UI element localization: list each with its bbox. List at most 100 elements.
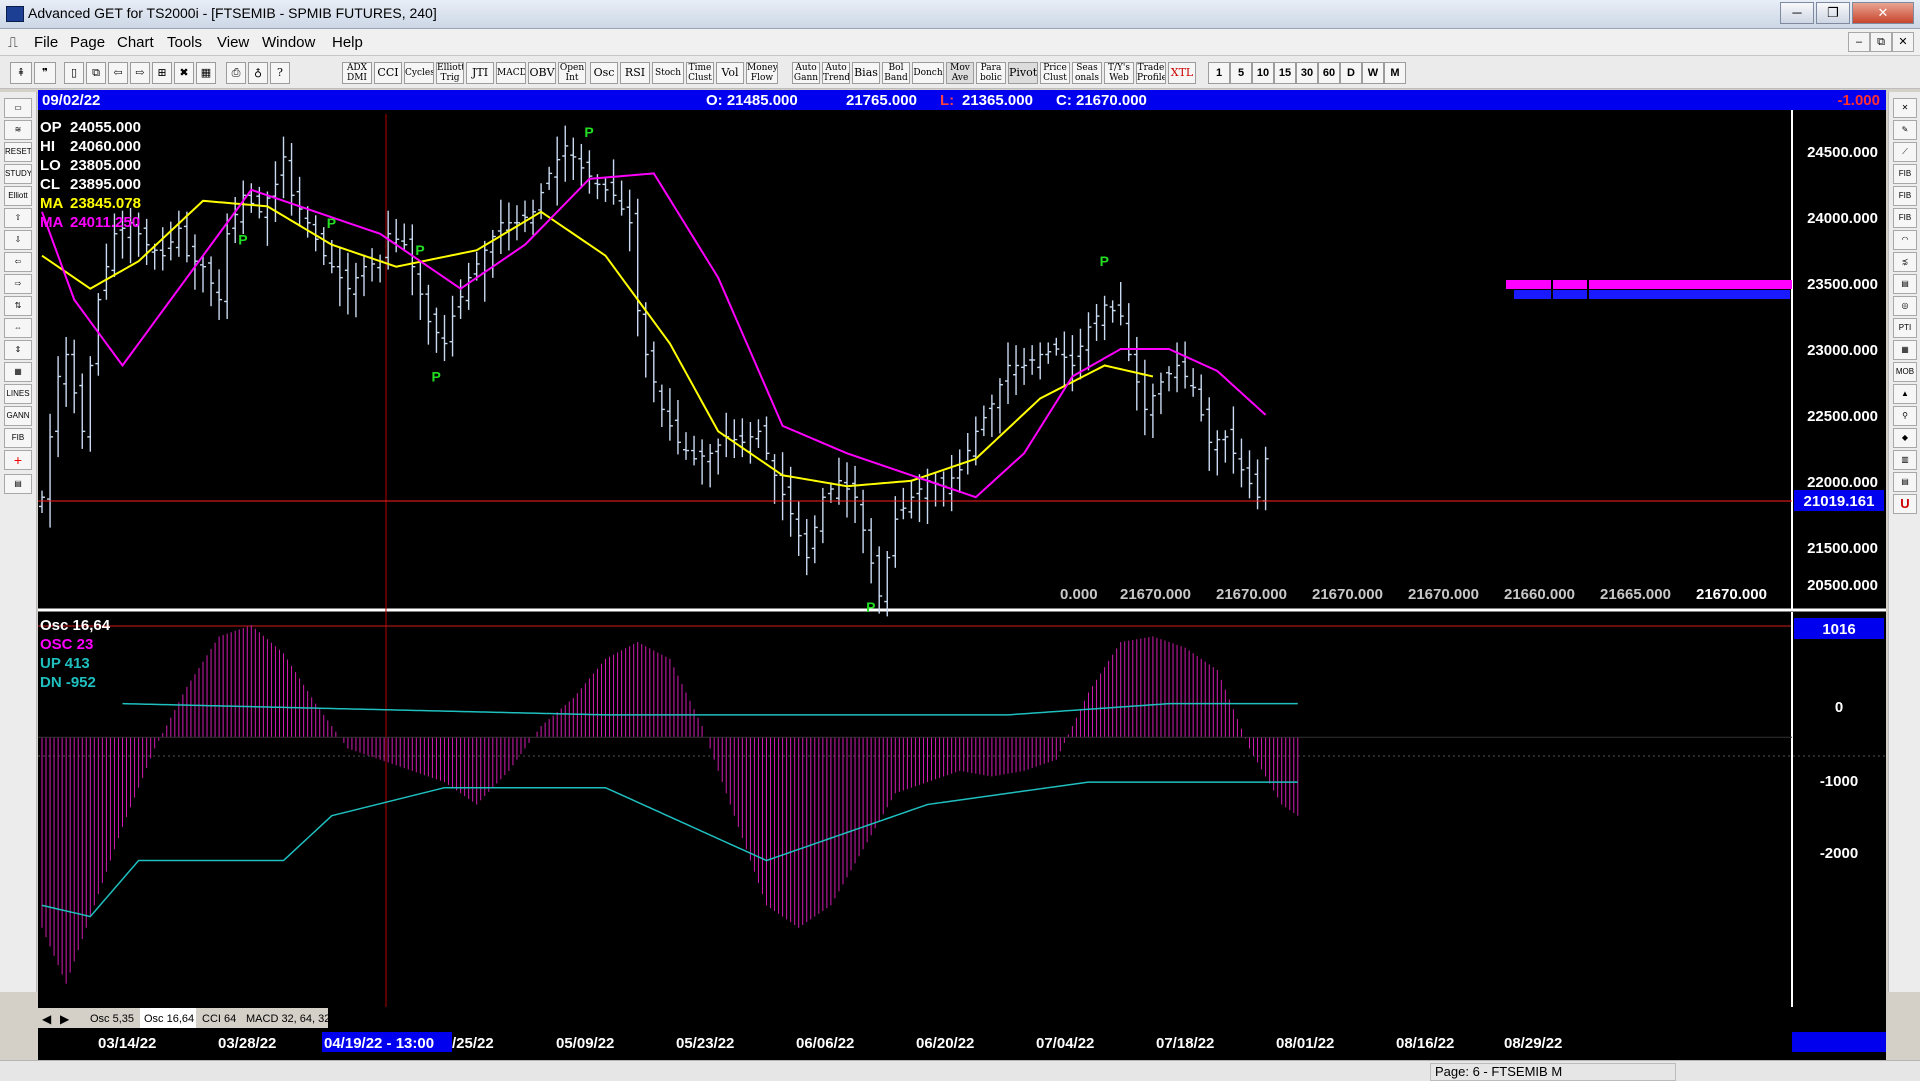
close-cross-icon[interactable]: ✕ [1893, 98, 1917, 118]
indicator-macd[interactable]: MACD [496, 62, 526, 84]
expand-icon[interactable]: ⇔ [4, 318, 32, 338]
channel-icon[interactable]: ▤ [1893, 274, 1917, 294]
quote-tool-icon[interactable]: ❞ [34, 62, 56, 84]
chart-style-icon[interactable]: ≋ [4, 120, 32, 140]
indicator-elliott-trig[interactable]: Elliott Trig [436, 62, 464, 84]
close-button[interactable]: ✕ [1852, 2, 1914, 24]
delete-icon[interactable]: ✖ [174, 62, 194, 84]
arrow-down-icon[interactable]: ⇩ [4, 230, 32, 250]
fib-time-icon[interactable]: FIB TIME [1893, 208, 1917, 228]
new-page-icon[interactable]: ▯ [64, 62, 84, 84]
open-folder-icon[interactable]: ▭ [4, 98, 32, 118]
mdi-minimize-button[interactable]: – [1848, 32, 1870, 52]
period-15[interactable]: 15 [1274, 62, 1296, 84]
arc-icon[interactable]: ◠ [1893, 230, 1917, 250]
print-icon[interactable]: ⎙ [226, 62, 246, 84]
tab-scroll-right-icon[interactable]: ▶ [60, 1012, 70, 1026]
compress-icon[interactable]: ⇕ [4, 340, 32, 360]
tab-scroll-left-icon[interactable]: ◀ [42, 1012, 52, 1026]
zoom-icon[interactable]: ⊞ [152, 62, 172, 84]
bulb-icon[interactable]: ♁ [248, 62, 268, 84]
indicator-rsi[interactable]: RSI [620, 62, 650, 84]
book-icon[interactable]: ▤ [1893, 472, 1917, 492]
crosshair-icon[interactable]: + [4, 450, 32, 470]
indicator-donch[interactable]: Donch [912, 62, 944, 84]
indicator-bol-band[interactable]: Bol Band [882, 62, 910, 84]
tab-osc-5-35[interactable]: Osc 5,35 [90, 1013, 134, 1025]
indicator-adx-dmi[interactable]: ADX DMI [342, 62, 372, 84]
copy-icon[interactable]: ⧉ [86, 62, 106, 84]
period-5[interactable]: 5 [1230, 62, 1252, 84]
fib-icon[interactable]: FIB [4, 428, 32, 448]
reset-icon[interactable]: RESET [4, 142, 32, 162]
indicator-tys-web[interactable]: T/Y's Web [1104, 62, 1134, 84]
fib-ext-icon[interactable]: FIB EXT [1893, 186, 1917, 206]
menu-help[interactable]: Help [332, 34, 363, 51]
period-m[interactable]: M [1384, 62, 1406, 84]
menu-view[interactable]: View [217, 34, 249, 51]
indicator-jti[interactable]: JTI [466, 62, 494, 84]
period-w[interactable]: W [1362, 62, 1384, 84]
indicator-parabolic[interactable]: Para bolic [976, 62, 1006, 84]
restore-button[interactable]: ❐ [1816, 2, 1850, 24]
elliott-icon[interactable]: Elliott [4, 186, 32, 206]
menu-tools[interactable]: Tools [167, 34, 202, 51]
indicator-obv[interactable]: OBV [528, 62, 556, 84]
scroll-left-icon[interactable]: ⇦ [108, 62, 128, 84]
menu-chart[interactable]: Chart [117, 34, 154, 51]
period-60[interactable]: 60 [1318, 62, 1340, 84]
menu-file[interactable]: File [34, 34, 58, 51]
indicator-auto-gann[interactable]: Auto Gann [792, 62, 820, 84]
indicator-vol[interactable]: Vol [716, 62, 744, 84]
indicator-auto-trend[interactable]: Auto Trend [822, 62, 850, 84]
study-icon[interactable]: STUDY [4, 164, 32, 184]
indicator-mov-ave[interactable]: Mov Ave [946, 62, 974, 84]
gann-icon[interactable]: GANN [4, 406, 32, 426]
marker-icon[interactable]: ◆ [1893, 428, 1917, 448]
tab-osc-16-64[interactable]: Osc 16,64 [144, 1013, 194, 1025]
indicator-cci[interactable]: CCI [374, 62, 402, 84]
period-d[interactable]: D [1340, 62, 1362, 84]
chart-area[interactable]: 09/02/22 O: 21485.000 21765.000 L: 21365… [38, 90, 1886, 1060]
ellipse-icon[interactable]: ◎ [1893, 296, 1917, 316]
pen-icon[interactable]: ✎ [1893, 120, 1917, 140]
arrow-right-icon[interactable]: ⇨ [4, 274, 32, 294]
mdi-icon[interactable]: ⎍ [8, 34, 18, 51]
tab-macd[interactable]: MACD 32, 64, 32 [246, 1013, 330, 1025]
mdi-close-button[interactable]: ✕ [1892, 32, 1914, 52]
triangle-icon[interactable]: ▲ [1893, 384, 1917, 404]
indicator-price-clust[interactable]: Price Clust [1040, 62, 1070, 84]
period-10[interactable]: 10 [1252, 62, 1274, 84]
tab-cci-64[interactable]: CCI 64 [202, 1013, 236, 1025]
pti-icon[interactable]: PTI [1893, 318, 1917, 338]
fan-icon[interactable]: ⋨ [1893, 252, 1917, 272]
grid-icon[interactable]: ▦ [196, 62, 216, 84]
table-icon[interactable]: ▦ [1893, 340, 1917, 360]
arrow-left-icon[interactable]: ⇦ [4, 252, 32, 272]
indicator-stoch[interactable]: Stoch [652, 62, 684, 84]
calendar-icon[interactable]: ▥ [1893, 450, 1917, 470]
fib-ret-icon[interactable]: FIB RET [1893, 164, 1917, 184]
mob-icon[interactable]: MOB [1893, 362, 1917, 382]
lines-icon[interactable]: LINES [4, 384, 32, 404]
trendline-icon[interactable]: ⟋ [1893, 142, 1917, 162]
help-pointer-icon[interactable]: ? [270, 62, 290, 84]
indicator-bias[interactable]: Bias [852, 62, 880, 84]
arrow-up-icon[interactable]: ⇧ [4, 208, 32, 228]
indicator-pivot[interactable]: Pivot [1008, 62, 1038, 84]
magnet-icon[interactable]: U [1893, 494, 1917, 514]
grid-toggle-icon[interactable]: ▦ [4, 362, 32, 382]
indicator-xtl[interactable]: XTL [1168, 62, 1196, 84]
indicator-open-int[interactable]: Open Int [558, 62, 586, 84]
period-30[interactable]: 30 [1296, 62, 1318, 84]
bar-spacing-icon[interactable]: ⇅ [4, 296, 32, 316]
indicator-time-clust[interactable]: Time Clust [686, 62, 714, 84]
indicator-cycles[interactable]: Cycles [404, 62, 434, 84]
notes-icon[interactable]: ▤ [4, 474, 32, 494]
mdi-restore-button[interactable]: ⧉ [1870, 32, 1892, 52]
scroll-right-icon[interactable]: ⇨ [130, 62, 150, 84]
indicator-trade-profile[interactable]: Trade Profile [1136, 62, 1166, 84]
menu-window[interactable]: Window [262, 34, 315, 51]
indicator-money-flow[interactable]: Money Flow [746, 62, 778, 84]
pointer-tool-icon[interactable]: ⇞ [10, 62, 32, 84]
